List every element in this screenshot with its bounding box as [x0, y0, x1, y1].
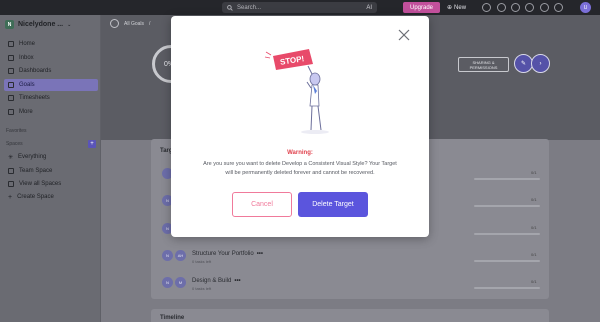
workspace-name: Nicelydone ...: [18, 21, 64, 28]
sidebar-item-dashboards[interactable]: Dashboards: [4, 65, 98, 77]
sidebar-item-create-space[interactable]: + Create Space: [4, 191, 98, 203]
timer-icon[interactable]: [511, 3, 520, 12]
goal-options-button[interactable]: ›: [531, 54, 550, 73]
team-space-icon: [8, 168, 14, 174]
target-progress-count: 0/1: [531, 197, 537, 202]
target-row[interactable]: N M Design & Build ••• 0 tasks left 0/1: [162, 277, 542, 293]
edit-icon: ✎: [520, 61, 527, 67]
dashboard-icon: [8, 68, 14, 74]
sidebar-item-label: Inbox: [19, 55, 34, 61]
view-spaces-icon: [8, 181, 14, 187]
breadcrumb-all-goals[interactable]: All Goals: [124, 21, 144, 27]
sidebar-item-goals[interactable]: Goals: [4, 79, 98, 91]
search-input[interactable]: Search... AI: [222, 2, 377, 13]
docs-icon[interactable]: [540, 3, 549, 12]
grid-icon[interactable]: [554, 3, 563, 12]
target-progress-count: 0/1: [531, 279, 537, 284]
close-icon[interactable]: [398, 29, 410, 41]
target-progress-count: 0/1: [531, 225, 537, 230]
search-placeholder: Search...: [237, 4, 262, 11]
more-options-icon[interactable]: •••: [257, 251, 263, 257]
avatar: N: [162, 277, 173, 288]
target-progress-bar: [474, 233, 540, 235]
timeline-title: Timeline: [160, 315, 185, 321]
avatar: AH: [175, 250, 186, 261]
delete-target-button[interactable]: Delete Target: [298, 192, 368, 217]
delete-label: Delete Target: [312, 201, 354, 208]
sidebar-item-label: Goals: [19, 82, 35, 88]
target-name: Design & Build •••: [192, 278, 241, 284]
apps-icon[interactable]: [482, 3, 491, 12]
sidebar-item-team-space[interactable]: Team Space: [4, 165, 98, 177]
new-button[interactable]: ⊕ New: [447, 2, 466, 13]
chevron-right-icon: ›: [539, 60, 542, 67]
upgrade-label: Upgrade: [409, 4, 433, 11]
target-progress-count: 0/1: [531, 252, 537, 257]
warning-message: Are you sure you want to delete Develop …: [203, 161, 397, 176]
everything-icon: ✳: [8, 154, 14, 161]
target-progress-bar: [474, 178, 540, 180]
target-progress-count: 0/1: [531, 170, 537, 175]
target-progress-bar: [474, 260, 540, 262]
new-label: New: [454, 4, 467, 11]
target-name: Structure Your Portfolio •••: [192, 251, 263, 257]
add-space-button[interactable]: +: [88, 140, 96, 148]
sidebar-item-home[interactable]: Home: [4, 38, 98, 50]
workspace-logo: N: [5, 20, 14, 29]
goals-icon: [8, 82, 14, 88]
sidebar-item-label: More: [19, 109, 33, 115]
favorites-header[interactable]: Favorites: [6, 128, 27, 134]
warning-title: Warning:: [287, 150, 313, 156]
stop-sign-illustration: STOP!: [264, 49, 329, 134]
sidebar-item-label: Timesheets: [19, 95, 50, 101]
timesheet-icon: [8, 95, 14, 101]
sidebar-item-inbox[interactable]: Inbox: [4, 52, 98, 64]
target-title: Design & Build: [192, 278, 232, 284]
cancel-button[interactable]: Cancel: [232, 192, 292, 217]
more-options-icon[interactable]: •••: [234, 278, 240, 284]
goal-icon: [110, 19, 119, 28]
search-icon: [227, 4, 233, 11]
sidebar-item-label: View all Spaces: [19, 181, 62, 187]
avatar: M: [175, 277, 186, 288]
target-row[interactable]: N AH Structure Your Portfolio ••• 0 task…: [162, 250, 542, 266]
sidebar-item-timesheets[interactable]: Timesheets: [4, 92, 98, 104]
delete-target-dialog: STOP! Warning: Are you sure you want to …: [171, 16, 429, 237]
sidebar-item-everything[interactable]: ✳ Everything: [4, 151, 98, 163]
target-progress-bar: [474, 205, 540, 207]
target-subtitle: 0 tasks left: [192, 286, 212, 291]
chevron-down-icon: ⌄: [67, 21, 72, 28]
plus-icon: +: [8, 193, 13, 201]
sidebar-item-view-spaces[interactable]: View all Spaces: [4, 178, 98, 190]
target-subtitle: 0 tasks left: [192, 259, 212, 264]
video-icon[interactable]: [525, 3, 534, 12]
notepad-icon[interactable]: [497, 3, 506, 12]
sidebar-item-label: Team Space: [19, 168, 53, 174]
breadcrumb-separator: /: [149, 20, 151, 27]
cancel-label: Cancel: [251, 201, 273, 208]
inbox-icon: [8, 55, 14, 61]
timeline-card: Timeline: [151, 309, 549, 322]
stop-sign-icon: STOP!: [264, 49, 313, 70]
sidebar-item-label: Dashboards: [19, 68, 52, 74]
plus-icon: ⊕: [447, 5, 453, 11]
breadcrumb: All Goals /: [110, 19, 150, 28]
upgrade-button[interactable]: Upgrade: [403, 2, 440, 13]
workspace-switcher[interactable]: N Nicelydone ... ⌄: [5, 20, 71, 29]
share-line-2: PERMISSIONS: [469, 64, 498, 70]
sidebar-item-more[interactable]: More: [4, 106, 98, 118]
sidebar-item-label: Everything: [18, 154, 47, 160]
more-icon: [8, 109, 14, 115]
avatar[interactable]: U: [580, 2, 591, 13]
sidebar-item-label: Home: [19, 41, 36, 47]
avatar: N: [162, 250, 173, 261]
spaces-header[interactable]: Spaces: [6, 141, 23, 147]
target-progress-bar: [474, 287, 540, 289]
home-icon: [8, 41, 14, 47]
top-bar: Search... AI Upgrade ⊕ New U: [0, 0, 600, 15]
sidebar-item-label: Create Space: [17, 194, 54, 200]
sharing-permissions-button[interactable]: SHARING & PERMISSIONS: [458, 57, 509, 72]
ai-button[interactable]: AI: [366, 5, 372, 11]
target-title: Structure Your Portfolio: [192, 251, 254, 257]
